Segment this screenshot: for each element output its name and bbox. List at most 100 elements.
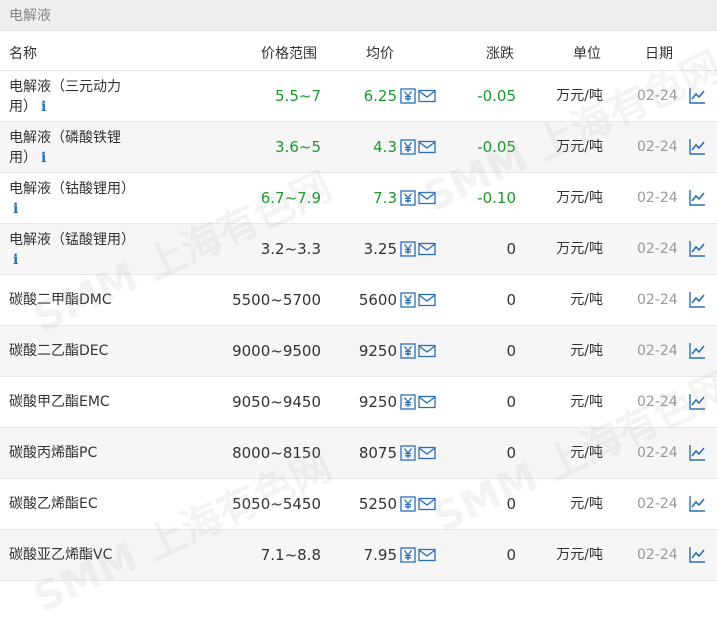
price-change: 0: [506, 393, 516, 411]
header-change: 涨跌: [486, 46, 514, 62]
action-icons: [400, 241, 436, 260]
unit: 万元/吨: [556, 241, 603, 257]
table-row: 电解液（磷酸铁锂 用） i 3.6~5 4.3 -0.05 万元/吨 02-24: [0, 122, 717, 173]
price-change: 0: [506, 342, 516, 360]
trend-chart-icon[interactable]: [688, 87, 706, 109]
price-range: 5050~5450: [232, 495, 321, 513]
price-change: 0: [506, 291, 516, 309]
table-row: 电解液（三元动力 用） i 5.5~7 6.25 -0.05 万元/吨 02-24: [0, 71, 717, 122]
trend-chart-icon[interactable]: [688, 546, 706, 568]
product-name[interactable]: 碳酸丙烯酯PC: [9, 428, 149, 478]
date: 02-24: [637, 547, 678, 563]
yuan-icon[interactable]: [400, 343, 416, 359]
price-range: 5.5~7: [275, 87, 321, 105]
mail-icon[interactable]: [418, 242, 436, 260]
average-price: 7.3: [373, 189, 397, 207]
action-icons: [400, 139, 436, 158]
price-change: 0: [506, 546, 516, 564]
mail-icon[interactable]: [418, 497, 436, 515]
unit: 元/吨: [570, 496, 603, 512]
date: 02-24: [637, 343, 678, 359]
yuan-icon[interactable]: [400, 139, 416, 155]
info-icon[interactable]: i: [13, 201, 18, 217]
action-icons: [400, 190, 436, 209]
table-row: 碳酸亚乙烯酯VC 7.1~8.8 7.95 0 万元/吨 02-24: [0, 530, 717, 581]
action-icons: [400, 445, 436, 464]
mail-icon[interactable]: [418, 446, 436, 464]
date: 02-24: [637, 445, 678, 461]
yuan-icon[interactable]: [400, 292, 416, 308]
yuan-icon[interactable]: [400, 394, 416, 410]
average-price: 5250: [358, 495, 397, 513]
trend-chart-icon[interactable]: [688, 342, 706, 364]
trend-chart-icon[interactable]: [688, 495, 706, 517]
action-icons: [400, 496, 436, 515]
trend-chart-icon[interactable]: [688, 393, 706, 415]
table-row: 碳酸二甲酯DMC 5500~5700 5600 0 元/吨 02-24: [0, 275, 717, 326]
yuan-icon[interactable]: [400, 190, 416, 206]
date: 02-24: [637, 496, 678, 512]
trend-chart-icon[interactable]: [688, 189, 706, 211]
price-change: -0.10: [477, 189, 516, 207]
product-name[interactable]: 电解液（钴酸锂用） i: [9, 173, 149, 223]
product-name[interactable]: 电解液（锰酸锂用） i: [9, 224, 149, 274]
price-range: 9050~9450: [232, 393, 321, 411]
yuan-icon[interactable]: [400, 547, 416, 563]
header-avg: 均价: [366, 46, 394, 62]
price-range: 9000~9500: [232, 342, 321, 360]
unit: 万元/吨: [556, 190, 603, 206]
average-price: 9250: [358, 393, 397, 411]
trend-chart-icon[interactable]: [688, 138, 706, 160]
price-change: -0.05: [477, 87, 516, 105]
yuan-icon[interactable]: [400, 88, 416, 104]
action-icons: [400, 547, 436, 566]
average-price: 4.3: [373, 138, 397, 156]
date: 02-24: [637, 241, 678, 257]
info-icon[interactable]: i: [41, 99, 46, 115]
unit: 万元/吨: [556, 88, 603, 104]
price-table-body: 电解液（三元动力 用） i 5.5~7 6.25 -0.05 万元/吨 02-24 电解液（磷酸…: [0, 71, 717, 581]
product-name[interactable]: 碳酸甲乙酯EMC: [9, 377, 149, 427]
price-range: 5500~5700: [232, 291, 321, 309]
yuan-icon[interactable]: [400, 496, 416, 512]
table-row: 碳酸乙烯酯EC 5050~5450 5250 0 元/吨 02-24: [0, 479, 717, 530]
price-range: 6.7~7.9: [260, 189, 321, 207]
info-icon[interactable]: i: [13, 252, 18, 268]
table-row: 碳酸二乙酯DEC 9000~9500 9250 0 元/吨 02-24: [0, 326, 717, 377]
mail-icon[interactable]: [418, 395, 436, 413]
date: 02-24: [637, 394, 678, 410]
unit: 元/吨: [570, 394, 603, 410]
mail-icon[interactable]: [418, 89, 436, 107]
average-price: 6.25: [363, 87, 397, 105]
yuan-icon[interactable]: [400, 445, 416, 461]
info-icon[interactable]: i: [41, 150, 46, 166]
table-header: 名称 价格范围 均价 涨跌 单位 日期: [0, 31, 717, 71]
mail-icon[interactable]: [418, 344, 436, 362]
price-change: 0: [506, 240, 516, 258]
action-icons: [400, 88, 436, 107]
price-range: 3.6~5: [275, 138, 321, 156]
product-name[interactable]: 碳酸乙烯酯EC: [9, 479, 149, 529]
trend-chart-icon[interactable]: [688, 240, 706, 262]
trend-chart-icon[interactable]: [688, 291, 706, 313]
trend-chart-icon[interactable]: [688, 444, 706, 466]
mail-icon[interactable]: [418, 548, 436, 566]
action-icons: [400, 292, 436, 311]
header-name: 名称: [9, 46, 37, 62]
product-name[interactable]: 碳酸亚乙烯酯VC: [9, 530, 149, 580]
mail-icon[interactable]: [418, 293, 436, 311]
average-price: 7.95: [363, 546, 397, 564]
price-range: 7.1~8.8: [260, 546, 321, 564]
average-price: 5600: [358, 291, 397, 309]
action-icons: [400, 343, 436, 362]
mail-icon[interactable]: [418, 191, 436, 209]
product-name[interactable]: 电解液（三元动力 用） i: [9, 71, 149, 121]
product-name[interactable]: 碳酸二甲酯DMC: [9, 275, 149, 325]
yuan-icon[interactable]: [400, 241, 416, 257]
unit: 万元/吨: [556, 139, 603, 155]
header-date: 日期: [645, 46, 673, 62]
mail-icon[interactable]: [418, 140, 436, 158]
product-name[interactable]: 碳酸二乙酯DEC: [9, 326, 149, 376]
product-name[interactable]: 电解液（磷酸铁锂 用） i: [9, 122, 149, 172]
price-change: -0.05: [477, 138, 516, 156]
